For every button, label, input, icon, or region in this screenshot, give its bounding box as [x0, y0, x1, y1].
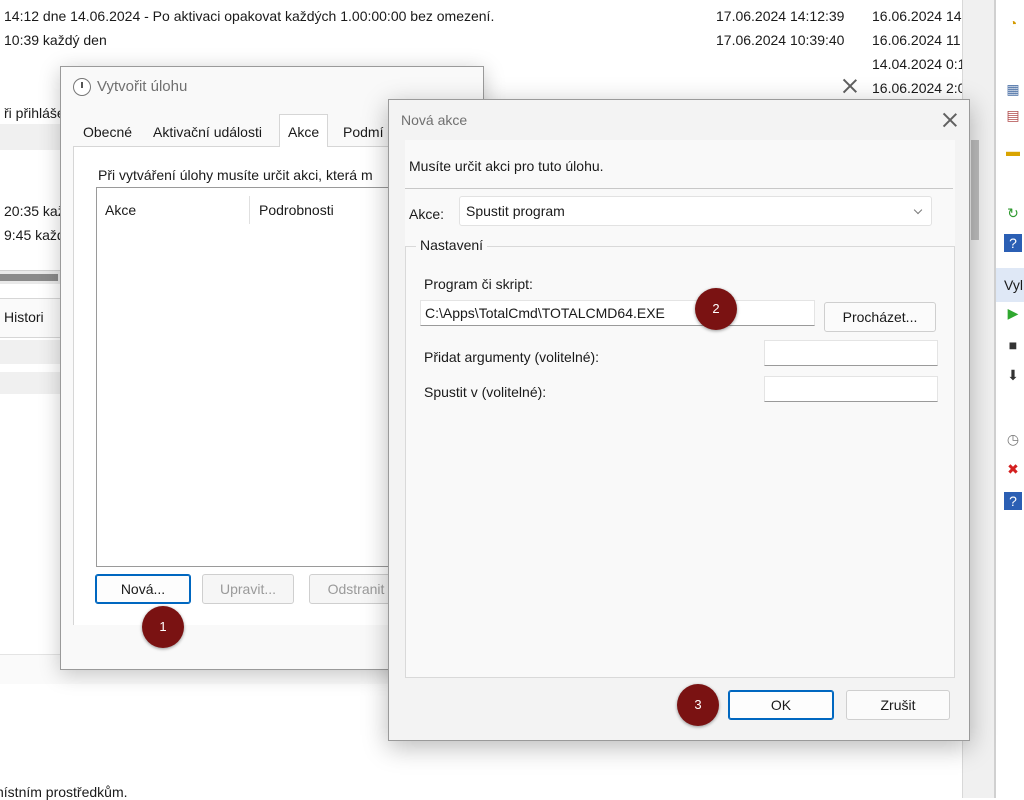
edit-action-button[interactable]: Upravit... — [202, 574, 294, 604]
delete-icon[interactable]: ✖ — [1004, 460, 1022, 478]
task-next-run: 17.06.2024 10:39:40 — [716, 32, 845, 48]
browse-button[interactable]: Procházet... — [824, 302, 936, 332]
task-trigger-text: 10:39 každý den — [4, 32, 107, 48]
import-icon[interactable]: ▤ — [1004, 106, 1022, 124]
properties-icon[interactable]: ◷ — [1004, 430, 1022, 448]
scrollbar-thumb[interactable] — [0, 274, 58, 281]
new-action-title: Nová akce — [401, 112, 468, 128]
task-trigger-text: 14:12 dne 14.06.2024 - Po aktivaci opako… — [4, 8, 495, 24]
tab-actions[interactable]: Akce — [279, 114, 329, 148]
divider — [405, 188, 953, 189]
disable-icon[interactable]: ⬇ — [1004, 366, 1022, 384]
program-path-input[interactable]: C:\Apps\TotalCmd\TOTALCMD64.EXE — [420, 300, 815, 326]
program-path-value: C:\Apps\TotalCmd\TOTALCMD64.EXE — [425, 305, 665, 321]
calendar-icon[interactable]: ▦ — [1004, 80, 1022, 98]
tab-conditions[interactable]: Podmí — [335, 117, 391, 147]
create-task-title: Vytvořit úlohu — [97, 78, 188, 95]
ok-button[interactable]: OK — [728, 690, 834, 720]
actions-pane: ◔ ▦ ▤ ▬ ↻ ? Vyl ▶ ■ ⬇ ◷ ✖ ? — [994, 0, 1024, 798]
task-last-run: 16.06.2024 14 — [872, 8, 962, 24]
program-label: Program či skript: — [424, 276, 533, 292]
action-type-label: Akce: — [409, 206, 445, 222]
task-row[interactable]: 10:39 každý den 17.06.2024 10:39:40 16.0… — [0, 28, 962, 52]
column-header-action[interactable]: Akce — [105, 202, 136, 218]
start-in-label: Spustit v (volitelné): — [424, 384, 547, 400]
refresh-icon[interactable]: ↻ — [1004, 204, 1022, 222]
column-header-details[interactable]: Podrobnosti — [259, 202, 334, 218]
column-divider[interactable] — [249, 196, 250, 224]
tab-triggers[interactable]: Aktivační události — [145, 117, 270, 147]
arguments-label: Přidat argumenty (volitelné): — [424, 349, 600, 365]
new-action-button[interactable]: Nová... — [95, 574, 191, 604]
task-next-run: 17.06.2024 14:12:39 — [716, 8, 845, 24]
help-icon[interactable]: ? — [1004, 234, 1022, 252]
action-type-value: Spustit program — [466, 203, 565, 219]
close-icon[interactable] — [941, 111, 959, 129]
scrollbar-thumb[interactable] — [971, 140, 979, 240]
cancel-button[interactable]: Zrušit — [846, 690, 950, 720]
close-icon[interactable] — [841, 77, 859, 95]
step-marker-2: 2 — [695, 288, 737, 330]
stop-icon[interactable]: ■ — [1004, 336, 1022, 354]
action-type-select[interactable]: Spustit program — [459, 196, 932, 226]
new-action-instruction: Musíte určit akci pro tuto úlohu. — [409, 158, 604, 174]
help-icon[interactable]: ? — [1004, 492, 1022, 510]
tab-history[interactable]: Histori — [4, 309, 44, 325]
tab-general[interactable]: Obecné — [75, 117, 140, 147]
folder-icon[interactable]: ▬ — [1004, 142, 1022, 160]
task-last-run: 14.04.2024 0:1 — [872, 56, 962, 72]
task-trigger-text: 9:45 každ — [4, 227, 60, 243]
clock-icon — [73, 78, 91, 96]
step-marker-1: 1 — [142, 606, 184, 648]
new-action-dialog: Nová akce Musíte určit akci pro tuto úlo… — [388, 99, 970, 741]
settings-legend: Nastavení — [416, 237, 488, 253]
clock-icon[interactable]: ◔ — [1004, 14, 1022, 32]
run-icon[interactable]: ▶ — [1004, 304, 1022, 322]
task-last-run: 16.06.2024 11 — [872, 32, 961, 48]
task-row[interactable]: 14:12 dne 14.06.2024 - Po aktivaci opako… — [0, 4, 962, 28]
task-last-run: 16.06.2024 2:0 — [872, 80, 962, 96]
actions-section-header: Vyl — [996, 268, 1024, 302]
arguments-input[interactable] — [764, 340, 938, 366]
step-marker-3: 3 — [677, 684, 719, 726]
start-in-input[interactable] — [764, 376, 938, 402]
task-trigger-text: ři přihlášen — [4, 105, 60, 121]
task-trigger-text: 20:35 každ — [4, 203, 60, 219]
actions-intro-text: Při vytváření úlohy musíte určit akci, k… — [98, 167, 373, 183]
chevron-down-icon — [913, 205, 923, 215]
